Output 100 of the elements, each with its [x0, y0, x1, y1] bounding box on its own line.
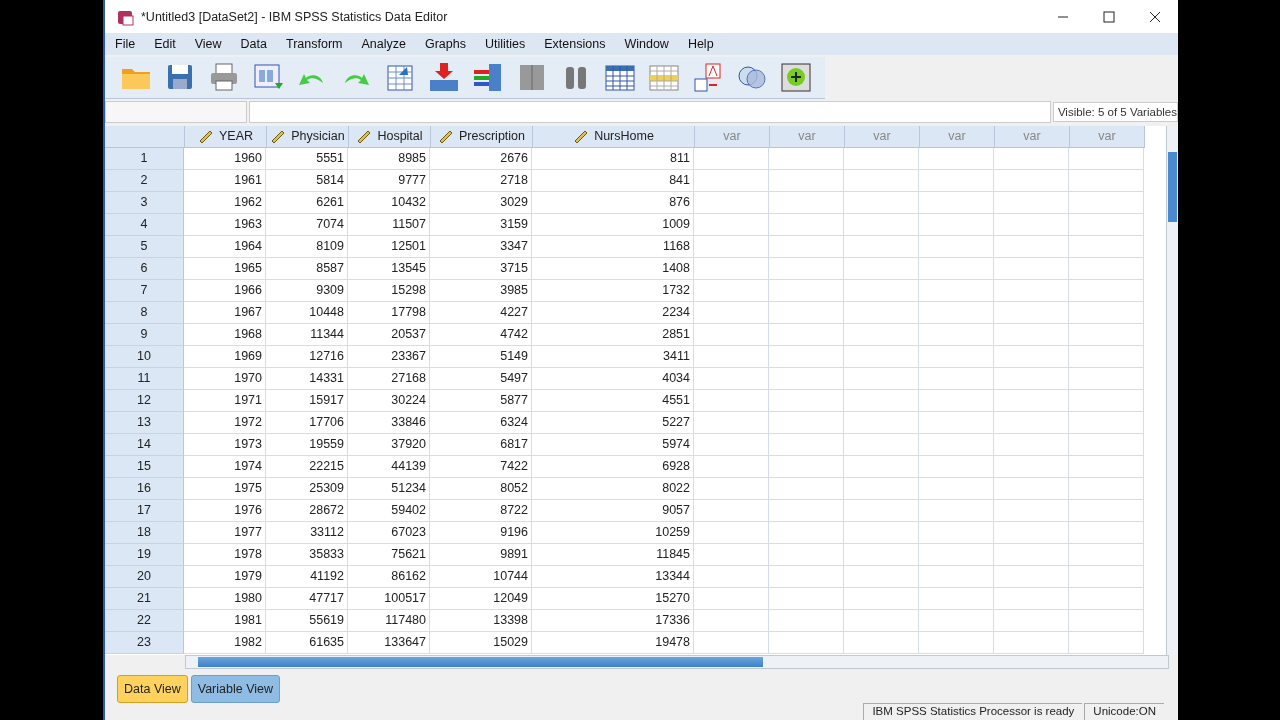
- ruler-icon: [573, 129, 590, 144]
- table-cell: 17706: [266, 411, 348, 434]
- row-number[interactable]: 22: [105, 609, 184, 632]
- menu-item[interactable]: Extensions: [544, 37, 616, 51]
- menu-item[interactable]: Analyze: [361, 37, 416, 51]
- row-number[interactable]: 14: [105, 433, 184, 456]
- table-cell: 1973: [184, 433, 266, 456]
- table-cell: 12501: [348, 235, 430, 258]
- table-cell: 86162: [348, 565, 430, 588]
- table-cell: 4742: [430, 323, 532, 346]
- table-cell: 1009: [532, 213, 694, 236]
- table-cell: 1966: [184, 279, 266, 302]
- close-icon[interactable]: [1149, 10, 1161, 23]
- row-number[interactable]: 10: [105, 345, 184, 368]
- table-cell: 133647: [348, 631, 430, 654]
- row-number[interactable]: 17: [105, 499, 184, 522]
- table-cell: 27168: [348, 367, 430, 390]
- row-number[interactable]: 5: [105, 235, 184, 258]
- table-cell: 9777: [348, 169, 430, 192]
- menu-item[interactable]: Edit: [154, 37, 186, 51]
- menu-item[interactable]: Data: [240, 37, 277, 51]
- menu-item[interactable]: View: [194, 37, 232, 51]
- status-text: IBM SPSS Statistics Processor is ready: [863, 703, 1083, 720]
- menu-item[interactable]: Utilities: [484, 37, 536, 51]
- menu-item[interactable]: Graphs: [424, 37, 476, 51]
- table-cell: 61635: [266, 631, 348, 654]
- column-name: var: [873, 129, 891, 144]
- cell-reference-field[interactable]: [105, 100, 247, 123]
- row-number[interactable]: 7: [105, 279, 184, 302]
- table-cell: 3715: [430, 257, 532, 280]
- row-number[interactable]: 20: [105, 565, 184, 588]
- row-number[interactable]: 4: [105, 213, 184, 236]
- add-icon[interactable]: [779, 61, 813, 94]
- row-number[interactable]: 3: [105, 191, 184, 214]
- row-number[interactable]: 23: [105, 631, 184, 654]
- table-cell: 1980: [184, 587, 266, 610]
- column-name: YEAR: [218, 129, 253, 144]
- table-cell: 1965: [184, 257, 266, 280]
- view-tab[interactable]: Variable View: [190, 675, 281, 704]
- row-number[interactable]: 19: [105, 543, 184, 566]
- table-cell: 75621: [348, 543, 430, 566]
- table-cell: 3411: [532, 345, 694, 368]
- table-cell: 47717: [266, 587, 348, 610]
- table-cell: 876: [532, 191, 694, 214]
- table-cell: 1969: [184, 345, 266, 368]
- table-cell: 6928: [532, 455, 694, 478]
- row-number[interactable]: 2: [105, 169, 184, 192]
- column-header[interactable]: Prescription: [431, 125, 533, 148]
- table-cell: 1967: [184, 301, 266, 324]
- table-cell: 10432: [348, 191, 430, 214]
- row-number[interactable]: 9: [105, 323, 184, 346]
- table-cell: 9057: [532, 499, 694, 522]
- column-header[interactable]: Physician: [267, 125, 349, 148]
- maximize-icon[interactable]: [1103, 10, 1115, 23]
- menu-item[interactable]: File: [115, 37, 146, 51]
- table-cell: 1970: [184, 367, 266, 390]
- ruler-icon: [356, 129, 373, 144]
- row-number[interactable]: 16: [105, 477, 184, 500]
- row-number[interactable]: 15: [105, 455, 184, 478]
- cell-editor-field[interactable]: [249, 100, 1051, 123]
- table-cell: 2234: [532, 301, 694, 324]
- column-name: var: [723, 129, 741, 144]
- menu-item[interactable]: Help: [687, 37, 724, 51]
- row-number[interactable]: 8: [105, 301, 184, 324]
- table-cell: 10259: [532, 521, 694, 544]
- table-cell: 13398: [430, 609, 532, 632]
- table-cell: 19559: [266, 433, 348, 456]
- table-cell: 14331: [266, 367, 348, 390]
- column-name: Physician: [291, 129, 345, 144]
- table-cell: 1974: [184, 455, 266, 478]
- table-cell: 59402: [348, 499, 430, 522]
- table-cell: 11845: [532, 543, 694, 566]
- table-cell: 35833: [266, 543, 348, 566]
- horizontal-scrollbar[interactable]: [185, 655, 1169, 670]
- table-cell: 1168: [532, 235, 694, 258]
- row-number[interactable]: 21: [105, 587, 184, 610]
- table-cell: 1972: [184, 411, 266, 434]
- row-number[interactable]: 12: [105, 389, 184, 412]
- table-cell: 9309: [266, 279, 348, 302]
- table-cell: 28672: [266, 499, 348, 522]
- table-cell: 1977: [184, 521, 266, 544]
- row-number[interactable]: 6: [105, 257, 184, 280]
- column-header[interactable]: YEAR: [185, 125, 267, 148]
- row-number[interactable]: 13: [105, 411, 184, 434]
- table-cell: 2676: [430, 147, 532, 170]
- view-tab[interactable]: Data View: [117, 675, 188, 704]
- table-cell: 51234: [348, 477, 430, 500]
- menu-item[interactable]: Transform: [286, 37, 353, 51]
- vertical-scrollbar[interactable]: [1166, 125, 1178, 656]
- menu-item[interactable]: Window: [624, 37, 679, 51]
- row-number[interactable]: 18: [105, 521, 184, 544]
- row-number[interactable]: 11: [105, 367, 184, 390]
- table-cell: 4034: [532, 367, 694, 390]
- column-header[interactable]: NursHome: [533, 125, 695, 148]
- column-header[interactable]: Hospital: [349, 125, 431, 148]
- row-number[interactable]: 1: [105, 147, 184, 170]
- column-name: NursHome: [594, 129, 654, 144]
- table-cell: 1964: [184, 235, 266, 258]
- ruler-icon: [197, 129, 214, 144]
- insert-row-icon[interactable]: [427, 61, 461, 94]
